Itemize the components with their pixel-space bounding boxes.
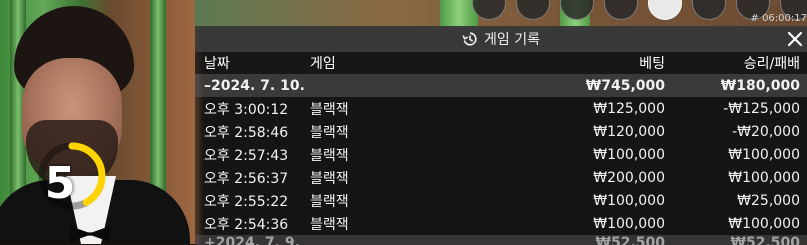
history-rows: 오후 3:00:12 블랙잭 ₩125,000 -₩125,000 오후 2:58:46… <box>195 97 807 235</box>
row-result: ₩100,000 <box>728 215 800 232</box>
row-game: 블랙잭 <box>310 124 349 141</box>
row-bet: ₩120,000 <box>593 123 665 140</box>
date-group-label: –2024. 7. 10. <box>204 77 305 94</box>
stats-icon <box>527 1 539 13</box>
row-game: 블랙잭 <box>310 170 349 187</box>
history-row[interactable]: 오후 3:00:12 블랙잭 ₩125,000 -₩125,000 <box>195 97 807 120</box>
help-icon <box>615 1 627 13</box>
row-bet: ₩200,000 <box>593 169 665 186</box>
row-time: 오후 2:56:37 <box>204 170 289 187</box>
chat-icon <box>483 1 495 13</box>
row-game: 블랙잭 <box>310 193 349 210</box>
row-game: 블랙잭 <box>310 216 349 233</box>
panel-title: 게임 기록 <box>484 32 540 48</box>
row-result: ₩25,000 <box>737 192 800 209</box>
row-result: ₩100,000 <box>728 169 800 186</box>
date-group-result: ₩180,000 <box>720 77 800 94</box>
column-header-result: 승리/패배 <box>743 56 800 72</box>
row-result: -₩125,000 <box>723 100 800 117</box>
history-icon <box>659 1 671 13</box>
panel-header: 게임 기록 <box>195 26 807 52</box>
history-row[interactable]: 오후 2:56:37 블랙잭 ₩200,000 ₩100,000 <box>195 166 807 189</box>
row-game: 블랙잭 <box>310 101 349 118</box>
row-time: 오후 2:57:43 <box>204 147 289 164</box>
date-group-row[interactable]: –2024. 7. 10. ₩745,000 ₩180,000 <box>195 74 807 97</box>
countdown-timer-value: 5 <box>44 158 76 209</box>
game-history-panel: 게임 기록 날짜 게임 베팅 승리/패배 –2024. 7. 10. ₩745,… <box>195 26 807 245</box>
row-bet: ₩100,000 <box>593 215 665 232</box>
sound-icon <box>703 1 715 13</box>
game-id-label: # 06:00:17 <box>750 13 807 24</box>
row-bet: ₩100,000 <box>593 146 665 163</box>
row-bet: ₩100,000 <box>593 192 665 209</box>
history-row[interactable]: 오후 2:55:22 블랙잭 ₩100,000 ₩25,000 <box>195 189 807 212</box>
row-result: ₩100,000 <box>728 146 800 163</box>
row-game: 블랙잭 <box>310 147 349 164</box>
history-icon <box>462 32 477 46</box>
history-row[interactable]: 오후 2:57:43 블랙잭 ₩100,000 ₩100,000 <box>195 143 807 166</box>
column-header-bet: 베팅 <box>639 56 665 72</box>
lobby-icon <box>791 1 803 13</box>
column-header-game: 게임 <box>310 56 336 72</box>
row-time: 오후 2:55:22 <box>204 193 289 210</box>
video-icon <box>747 1 759 13</box>
history-row[interactable]: 오후 2:54:36 블랙잭 ₩100,000 ₩100,000 <box>195 212 807 235</box>
row-bet: ₩125,000 <box>593 100 665 117</box>
date-group-bet: ₩745,000 <box>585 77 665 94</box>
row-time: 오후 2:54:36 <box>204 216 289 233</box>
column-header-date: 날짜 <box>204 56 230 72</box>
row-result: -₩20,000 <box>732 123 800 140</box>
row-time: 오후 3:00:12 <box>204 101 289 118</box>
history-row[interactable]: 오후 2:58:46 블랙잭 ₩120,000 -₩20,000 <box>195 120 807 143</box>
settings-icon <box>571 1 583 13</box>
table-header: 날짜 게임 베팅 승리/패배 <box>195 52 807 74</box>
row-time: 오후 2:58:46 <box>204 124 289 141</box>
close-icon[interactable] <box>785 29 805 49</box>
